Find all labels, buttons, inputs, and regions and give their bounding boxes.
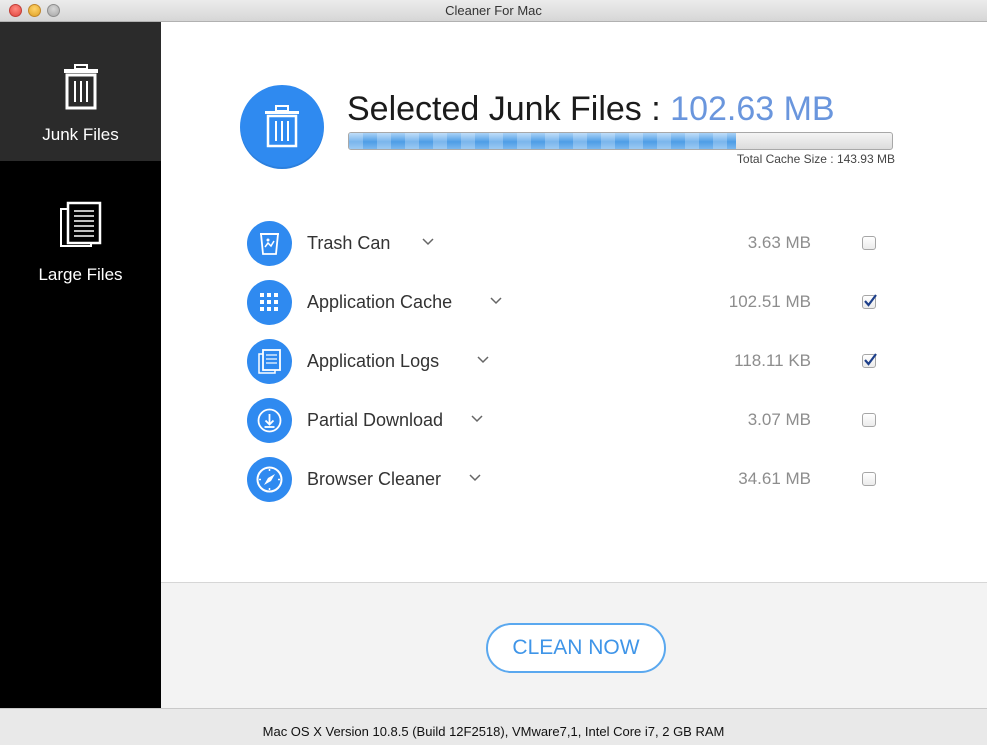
total-cache-size: Total Cache Size : 143.93 MB xyxy=(736,152,895,166)
checkmark-icon xyxy=(864,353,877,366)
heading-label: Selected Junk Files : xyxy=(347,90,671,128)
minimize-window-button[interactable] xyxy=(28,4,41,17)
trash-icon xyxy=(64,64,98,110)
category-size: 3.63 MB xyxy=(747,233,811,252)
progress-fill xyxy=(349,133,737,149)
category-checkbox[interactable] xyxy=(862,294,877,309)
chevron-down-icon[interactable] xyxy=(421,234,435,248)
documents-icon xyxy=(60,201,102,247)
category-size: 118.11 KB xyxy=(734,351,811,370)
selection-progress-bar xyxy=(348,132,893,150)
category-row-application-cache: Application Cache 102.51 MB xyxy=(247,280,897,326)
close-window-button[interactable] xyxy=(9,4,22,17)
junk-summary-trash-icon xyxy=(240,85,324,169)
sidebar-item-junk-files[interactable]: Junk Files xyxy=(0,22,161,161)
clean-now-button[interactable]: CLEAN NOW xyxy=(486,623,666,673)
category-size: 102.51 MB xyxy=(728,292,811,311)
logs-icon xyxy=(247,339,292,384)
category-size: 34.61 MB xyxy=(738,469,811,488)
chevron-down-icon[interactable] xyxy=(468,470,482,484)
category-row-browser-cleaner: Browser Cleaner 34.61 MB xyxy=(247,457,897,503)
category-label: Trash Can xyxy=(307,233,391,253)
main-panel: Selected Junk Files : 102.63 MB Total Ca… xyxy=(161,22,987,582)
category-checkbox[interactable] xyxy=(862,353,877,368)
sidebar-item-label: Large Files xyxy=(38,265,123,284)
sidebar: Junk Files Large Files xyxy=(0,22,161,708)
category-checkbox[interactable] xyxy=(862,413,876,427)
selected-size: 102.63 MB xyxy=(670,90,835,128)
category-checkbox[interactable] xyxy=(862,236,876,250)
compass-icon xyxy=(247,457,292,502)
trash-can-icon xyxy=(247,221,292,266)
category-label: Partial Download xyxy=(307,410,444,430)
title-bar: Cleaner For Mac xyxy=(0,0,987,22)
category-row-trash-can: Trash Can 3.63 MB xyxy=(247,221,897,267)
chevron-down-icon[interactable] xyxy=(476,352,490,366)
category-size: 3.07 MB xyxy=(747,410,811,429)
category-label: Application Cache xyxy=(307,292,453,312)
status-bar: Mac OS X Version 10.8.5 (Build 12F2518),… xyxy=(0,708,987,745)
grid-icon xyxy=(247,280,292,325)
download-icon xyxy=(247,398,292,443)
category-label: Application Logs xyxy=(307,351,440,371)
checkmark-icon xyxy=(864,294,877,307)
sidebar-item-large-files[interactable]: Large Files xyxy=(0,161,161,300)
category-checkbox[interactable] xyxy=(862,472,876,486)
category-label: Browser Cleaner xyxy=(307,469,442,489)
window-title: Cleaner For Mac xyxy=(445,3,542,18)
category-row-partial-download: Partial Download 3.07 MB xyxy=(247,398,897,444)
action-panel: CLEAN NOW xyxy=(161,582,987,708)
sidebar-item-label: Junk Files xyxy=(42,125,119,144)
chevron-down-icon[interactable] xyxy=(470,411,484,425)
chevron-down-icon[interactable] xyxy=(489,293,503,307)
selected-junk-heading: Selected Junk Files : 102.63 MB xyxy=(347,90,835,129)
system-info-text: Mac OS X Version 10.8.5 (Build 12F2518),… xyxy=(262,724,725,739)
zoom-window-button[interactable] xyxy=(47,4,60,17)
category-row-application-logs: Application Logs 118.11 KB xyxy=(247,339,897,385)
